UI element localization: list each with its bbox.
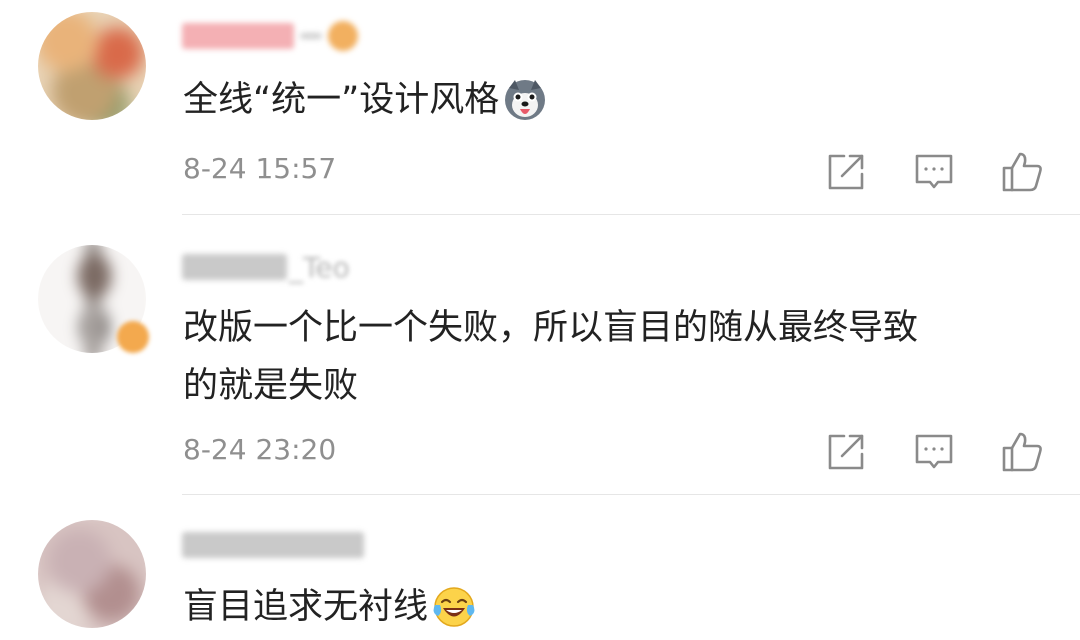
username-blurred[interactable] [182,525,364,565]
like-icon[interactable] [1000,430,1044,474]
comment-list: 全线“统一”设计风格 8-24 15:57 _Teo 改版一个比一个失败，所以盲… [0,0,1080,640]
comment-item: 盲目追求无衬线 [0,495,1080,640]
timestamp: 8-24 15:57 [183,152,337,185]
comment-actions [820,150,1050,194]
share-icon[interactable] [824,150,868,194]
laughing-crying-emoji [433,587,475,627]
avatar[interactable] [38,12,146,120]
vip-badge-icon [117,321,149,353]
comment-text: 全线“统一”设计风格 [183,70,547,129]
timestamp: 8-24 23:20 [183,433,337,466]
comment-text-line-1: 改版一个比一个失败，所以盲目的随从最终导致 [183,308,919,348]
comment-actions [820,430,1050,474]
username-suffix: _Teo [289,250,350,284]
comment-text-line-2: 的就是失败 [183,366,359,406]
share-icon[interactable] [824,430,868,474]
avatar[interactable] [38,520,146,628]
reply-icon[interactable] [912,430,956,474]
reply-icon[interactable] [912,150,956,194]
like-icon[interactable] [1000,150,1044,194]
username-blurred[interactable] [182,16,358,56]
comment-item: _Teo 改版一个比一个失败，所以盲目的随从最终导致 的就是失败 8-24 23… [0,215,1080,495]
comment-text: 盲目追求无衬线 [183,577,476,636]
husky-emoji [505,80,546,120]
username-blurred[interactable]: _Teo [182,247,350,287]
comment-item: 全线“统一”设计风格 8-24 15:57 [0,0,1080,215]
